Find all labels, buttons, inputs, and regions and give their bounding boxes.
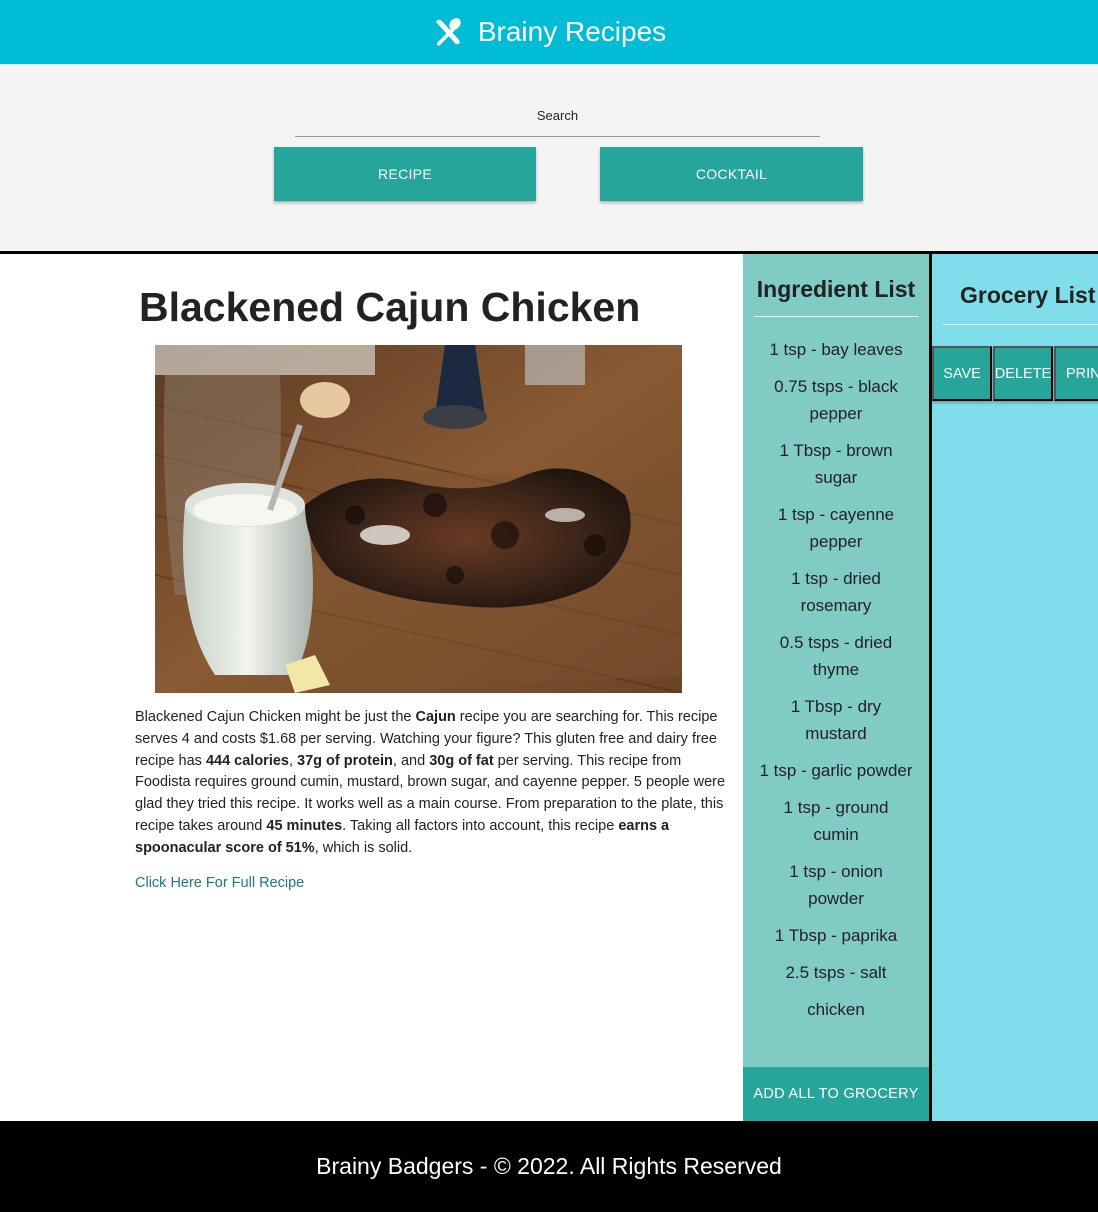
recipe-summary: Blackened Cajun Chicken might be just th… bbox=[135, 707, 727, 860]
summary-text: , which is solid. bbox=[314, 839, 413, 856]
utensils-crossed-icon bbox=[432, 16, 464, 48]
full-recipe-link[interactable]: Click Here For Full Recipe bbox=[135, 875, 304, 891]
ingredient-item[interactable]: 1 Tbsp - dry mustard bbox=[743, 693, 929, 747]
ingredient-list: 1 tsp - bay leaves 0.75 tsps - black pep… bbox=[743, 336, 929, 1033]
print-button[interactable]: PRINT bbox=[1054, 346, 1098, 401]
ingredient-item[interactable]: 1 tsp - cayenne pepper bbox=[743, 501, 929, 555]
ingredient-item[interactable]: 2.5 tsps - salt bbox=[743, 959, 929, 986]
recipe-panel: Blackened Cajun Chicken Blackened Cajun … bbox=[0, 254, 743, 1121]
ingredient-item[interactable]: 0.5 tsps - dried thyme bbox=[743, 629, 929, 683]
ingredient-title-rule bbox=[754, 316, 918, 317]
recipe-search-button[interactable]: RECIPE bbox=[274, 147, 536, 201]
summary-text: , bbox=[288, 752, 298, 769]
grocery-title-rule bbox=[943, 324, 1098, 325]
summary-highlight: 30g of fat bbox=[429, 752, 494, 769]
grocery-list-panel: Grocery List SAVE DELETE PRINT bbox=[932, 254, 1098, 1121]
summary-text: . Taking all factors into account, this … bbox=[342, 817, 619, 834]
brand[interactable]: Brainy Recipes bbox=[432, 16, 666, 48]
cocktail-search-button[interactable]: COCKTAIL bbox=[600, 147, 863, 201]
delete-button[interactable]: DELETE bbox=[993, 346, 1053, 401]
app-title: Brainy Recipes bbox=[477, 16, 667, 47]
ingredient-list-panel: Ingredient List 1 tsp - bay leaves 0.75 … bbox=[743, 254, 929, 1121]
ingredient-item[interactable]: 1 Tbsp - paprika bbox=[743, 922, 929, 949]
footer-text: Brainy Badgers - © 2022. All Rights Rese… bbox=[316, 1153, 782, 1179]
grocery-list-title: Grocery List bbox=[960, 282, 1096, 308]
summary-text: , and bbox=[392, 752, 430, 769]
add-all-to-grocery-button[interactable]: ADD ALL TO GROCERY bbox=[743, 1067, 929, 1121]
recipe-title: Blackened Cajun Chicken bbox=[139, 284, 641, 330]
ingredient-item[interactable]: chicken bbox=[743, 996, 929, 1023]
ingredient-item[interactable]: 1 tsp - garlic powder bbox=[743, 757, 929, 784]
summary-highlight: Cajun bbox=[415, 709, 456, 725]
search-underline bbox=[295, 136, 820, 137]
save-button[interactable]: SAVE bbox=[932, 346, 992, 401]
summary-highlight: 37g of protein bbox=[297, 752, 393, 769]
page-footer: Brainy Badgers - © 2022. All Rights Rese… bbox=[0, 1121, 1098, 1212]
ingredient-item[interactable]: 0.75 tsps - black pepper bbox=[743, 373, 929, 427]
app-header: Brainy Recipes bbox=[0, 0, 1098, 64]
search-section: Search RECIPE COCKTAIL bbox=[0, 64, 1098, 251]
recipe-image bbox=[155, 345, 682, 693]
search-input[interactable] bbox=[295, 124, 820, 136]
summary-highlight: 45 minutes bbox=[266, 817, 343, 834]
ingredient-item[interactable]: 1 tsp - ground cumin bbox=[743, 794, 929, 848]
ingredient-item[interactable]: 1 tsp - bay leaves bbox=[743, 336, 929, 363]
ingredient-item[interactable]: 1 tsp - dried rosemary bbox=[743, 565, 929, 619]
summary-text: Blackened Cajun Chicken might be just th… bbox=[135, 709, 416, 725]
search-label: Search bbox=[536, 108, 579, 123]
ingredient-item[interactable]: 1 Tbsp - brown sugar bbox=[743, 437, 929, 491]
summary-highlight: 444 calories bbox=[205, 752, 289, 769]
ingredient-list-title: Ingredient List bbox=[756, 276, 916, 302]
ingredient-item[interactable]: 1 tsp - onion powder bbox=[743, 858, 929, 912]
